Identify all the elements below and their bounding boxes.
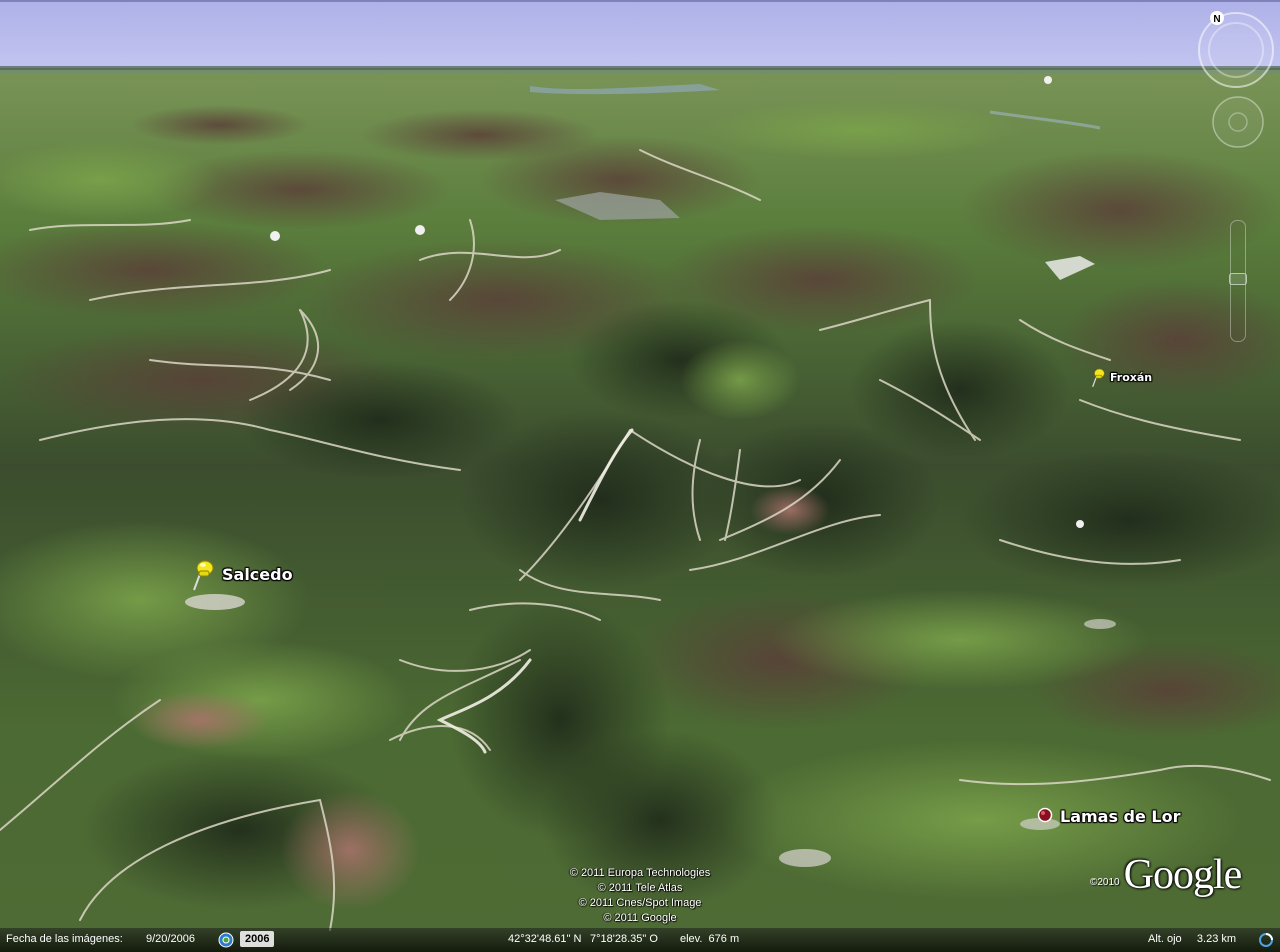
placemark-label[interactable]: Lamas de Lor xyxy=(1060,807,1181,826)
imagery-date-value: 9/20/2006 xyxy=(146,933,195,945)
copyright-line: © 2011 Google xyxy=(603,912,677,924)
elevation-readout: elev. 676 m xyxy=(680,933,740,945)
placemark-lamas-de-lor[interactable]: Lamas de Lor xyxy=(1036,806,1181,826)
placemark-label[interactable]: Froxán xyxy=(1110,371,1152,384)
latitude-readout: 42°32'48.61" N xyxy=(508,933,582,945)
status-bar: Fecha de las imágenes: 9/20/2006 2006 42… xyxy=(0,928,1280,952)
google-logo: ©2010 Google xyxy=(1090,852,1243,898)
historical-imagery-year[interactable]: 2006 xyxy=(240,931,275,947)
compass-icon[interactable]: N xyxy=(1196,10,1276,90)
logo-year: ©2010 xyxy=(1090,877,1120,888)
logo-wordmark: Google xyxy=(1123,852,1243,898)
copyright-notice: © 2011 Europa Technologies © 2011 Tele A… xyxy=(540,866,740,926)
globe-viewport[interactable]: Salcedo Froxán Lamas de Lor N © 2011 Eur… xyxy=(0,0,1280,952)
placemark-label[interactable]: Salcedo xyxy=(222,565,293,584)
imagery-date-label: Fecha de las imágenes: xyxy=(6,933,123,945)
placemark-froxan[interactable]: Froxán xyxy=(1090,366,1152,388)
look-joystick-icon[interactable] xyxy=(1210,94,1266,150)
yellow-pushpin-icon[interactable] xyxy=(190,556,222,592)
eye-altitude-readout: Alt. ojo 3.23 km xyxy=(1148,933,1237,945)
copyright-line: © 2011 Europa Technologies xyxy=(569,867,711,879)
longitude-readout: 7°18'28.35" O xyxy=(590,933,658,945)
copyright-line: © 2011 Cnes/Spot Image xyxy=(578,897,702,909)
compass-north-label: N xyxy=(1213,14,1220,25)
zoom-slider-thumb[interactable] xyxy=(1229,273,1247,285)
historical-imagery-icon[interactable] xyxy=(218,932,234,948)
copyright-line: © 2011 Tele Atlas xyxy=(597,882,683,894)
zoom-slider[interactable] xyxy=(1229,220,1247,342)
red-dot-icon[interactable] xyxy=(1036,806,1056,826)
placemark-salcedo[interactable]: Salcedo xyxy=(190,556,293,592)
streaming-indicator-icon xyxy=(1259,933,1273,947)
yellow-pushpin-icon[interactable] xyxy=(1090,366,1110,388)
